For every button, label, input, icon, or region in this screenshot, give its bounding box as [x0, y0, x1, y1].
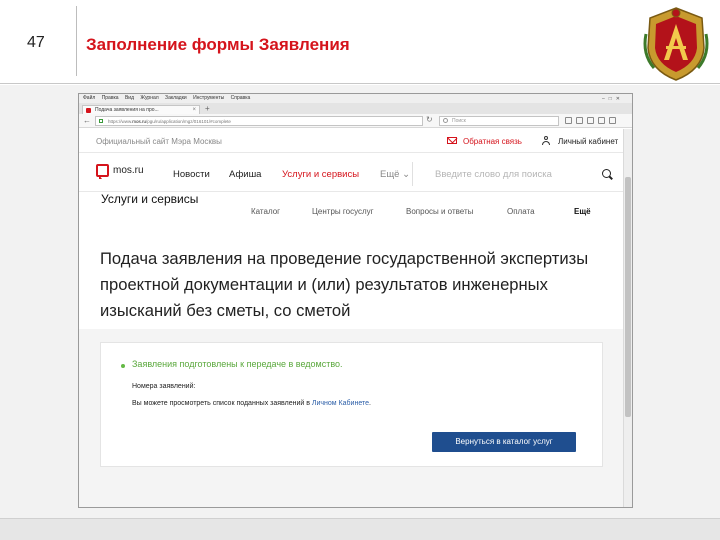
back-arrow-icon[interactable]: ←	[83, 116, 91, 125]
menu-view[interactable]: Вид	[125, 95, 134, 101]
mos-logo-icon[interactable]	[96, 164, 109, 179]
personal-cabinet-link[interactable]: Личный кабинет	[558, 137, 618, 146]
browser-search-placeholder: Поиск	[452, 118, 466, 124]
site-navbar: mos.ru Новости Афиша Услуги и сервисы Ещ…	[79, 154, 624, 192]
application-numbers-label: Номера заявлений:	[132, 383, 196, 390]
magnifier-icon	[443, 118, 448, 123]
subnav-centers[interactable]: Центры госуслуг	[312, 207, 374, 216]
lock-icon	[99, 119, 103, 123]
feedback-link[interactable]: Обратная связь	[463, 137, 522, 146]
site-search-input[interactable]: Введите слово для поиска	[435, 169, 552, 180]
back-to-catalog-button[interactable]: Вернуться в каталог услуг	[432, 432, 576, 452]
header-divider	[76, 6, 77, 76]
browser-urlbar: ← https://www.mos.ru/pgu/ru/application/…	[79, 114, 632, 128]
nav-services[interactable]: Услуги и сервисы	[282, 169, 359, 180]
menu-help[interactable]: Справка	[231, 95, 251, 101]
nav-more[interactable]: Ещё ⌄	[380, 169, 410, 180]
site-page: Официальный сайт Мэра Москвы Обратная св…	[79, 129, 624, 507]
site-logo[interactable]: mos.ru	[113, 165, 144, 176]
url-path: /pgu/ru/application/mgz/016101/#complete	[146, 119, 231, 124]
slide-header: 47 Заполнение формы Заявления	[0, 0, 720, 84]
view-applications-text: Вы можете просмотреть список поданных за…	[132, 400, 371, 407]
browser-screenshot: Файл Правка Вид Журнал Закладки Инструме…	[78, 93, 633, 508]
view-text-prefix: Вы можете просмотреть список поданных за…	[132, 400, 312, 407]
reload-icon[interactable]: ↻	[426, 115, 433, 124]
new-tab-icon[interactable]: +	[205, 104, 210, 113]
url-host: mos.ru	[132, 119, 147, 124]
slide: 47 Заполнение формы Заявления Файл Правк…	[0, 0, 720, 540]
page-headline: Подача заявления на проведение государст…	[100, 249, 589, 320]
download-icon[interactable]	[587, 117, 594, 124]
user-icon	[542, 136, 550, 146]
nav-divider	[412, 162, 413, 186]
close-tab-icon[interactable]: ×	[192, 106, 196, 114]
menu-edit[interactable]: Правка	[102, 95, 119, 101]
browser-menubar: Файл Правка Вид Журнал Закладки Инструме…	[79, 94, 632, 103]
menu-bookmarks[interactable]: Закладки	[165, 95, 187, 101]
result-card: Заявления подготовлены к передаче в ведо…	[100, 342, 603, 467]
site-topline: Официальный сайт Мэра Москвы Обратная св…	[79, 129, 624, 153]
menu-file[interactable]: Файл	[83, 95, 95, 101]
bookmarks-icon[interactable]	[576, 117, 583, 124]
menu-tools[interactable]: Инструменты	[193, 95, 224, 101]
address-field[interactable]: https://www.mos.ru/pgu/ru/application/mg…	[95, 116, 423, 126]
search-icon[interactable]	[602, 169, 611, 178]
subnav-payment[interactable]: Оплата	[507, 207, 535, 216]
url-prefix: https://www.	[108, 119, 133, 124]
mail-icon	[447, 137, 457, 144]
subnav-faq[interactable]: Вопросы и ответы	[406, 207, 473, 216]
emblem-icon	[643, 7, 709, 81]
home-icon[interactable]	[598, 117, 605, 124]
browser-tabbar: Подача заявления на про... × +	[79, 103, 632, 114]
browser-search-field[interactable]: Поиск	[439, 116, 559, 126]
browser-tab[interactable]: Подача заявления на про... ×	[82, 105, 200, 114]
nav-news[interactable]: Новости	[173, 169, 210, 180]
star-icon[interactable]	[565, 117, 572, 124]
subnav-more[interactable]: Ещё	[574, 207, 591, 216]
menu-history[interactable]: Журнал	[140, 95, 158, 101]
status-message: Заявления подготовлены к передаче в ведо…	[132, 359, 343, 369]
scrollbar-thumb[interactable]	[625, 177, 631, 417]
tab-title: Подача заявления на про...	[95, 107, 159, 113]
menu-icon[interactable]	[609, 117, 616, 124]
slide-footer-bar	[0, 518, 720, 540]
success-dot-icon	[121, 364, 125, 368]
page-scrollbar[interactable]	[623, 129, 632, 507]
subnav-catalog[interactable]: Каталог	[251, 207, 280, 216]
favicon-icon	[86, 108, 91, 113]
nav-afisha[interactable]: Афиша	[229, 169, 261, 180]
view-text-suffix: .	[369, 400, 371, 407]
slide-title: Заполнение формы Заявления	[86, 35, 350, 54]
official-site-label: Официальный сайт Мэра Москвы	[96, 137, 222, 146]
slide-number: 47	[27, 34, 45, 51]
personal-cabinet-inline-link[interactable]: Личном Кабинете	[312, 400, 369, 407]
section-title: Услуги и сервисы	[101, 192, 199, 206]
